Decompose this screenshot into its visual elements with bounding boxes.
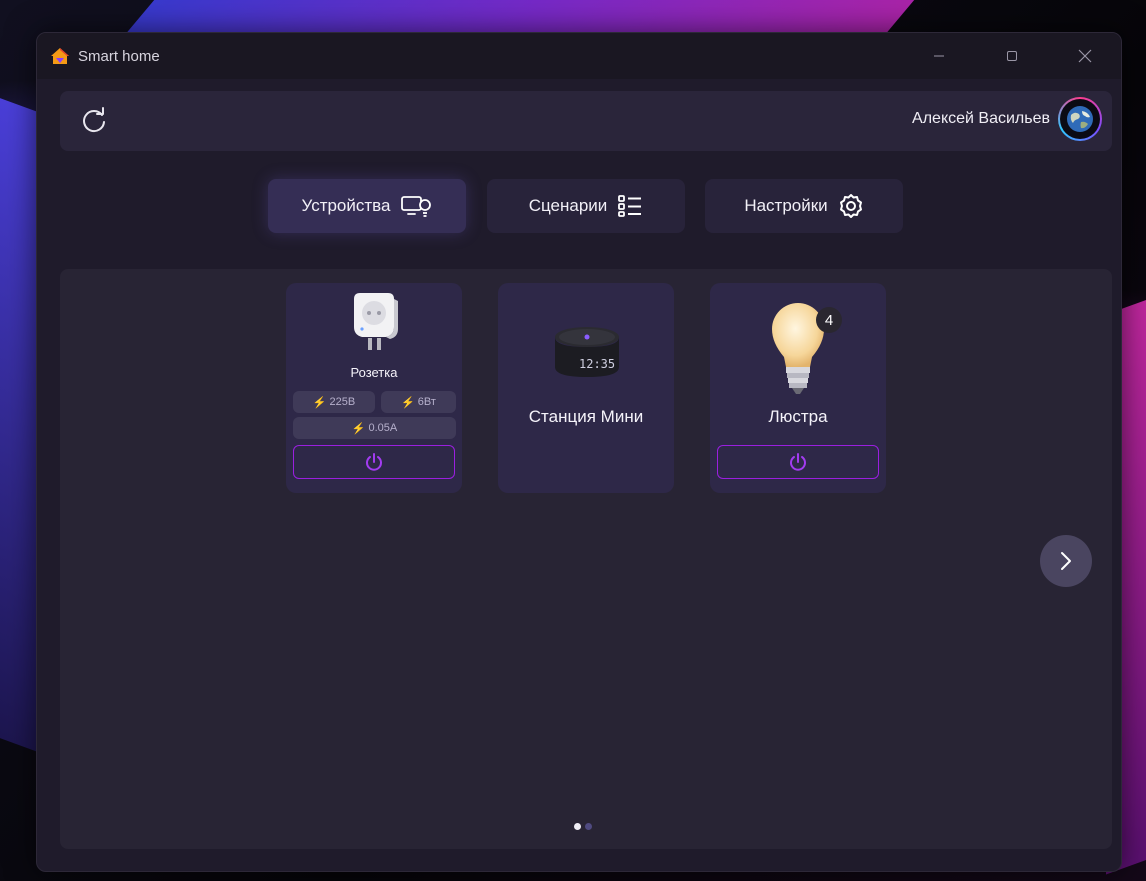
device-card-socket[interactable]: Розетка ⚡ 225В ⚡ 6Вт ⚡ 0.05А [286,283,462,493]
avatar[interactable] [1058,97,1102,141]
refresh-icon [83,107,105,133]
device-card-station-mini[interactable]: 12:35 Станция Мини [498,283,674,493]
power-icon [366,453,382,471]
user-name[interactable]: Алексей Васильев [912,110,1050,128]
next-page-button[interactable] [1040,535,1092,587]
smart-plug-icon [354,293,398,350]
devices-panel: Розетка ⚡ 225В ⚡ 6Вт ⚡ 0.05А 12:35 Станц… [60,269,1112,849]
page-dot-1[interactable] [574,823,581,830]
power-badge: ⚡ 6Вт [381,391,456,413]
tab-settings[interactable]: Настройки [705,179,903,233]
power-value: 6Вт [417,396,436,408]
voltage-value: 225В [329,396,356,408]
app-window: Smart home Алексей Васильев Устройства С… [36,32,1122,872]
clock-display: 12:35 [579,357,615,371]
minimize-icon [933,55,944,57]
close-icon [1078,49,1091,63]
lamp-power-button[interactable] [717,445,879,479]
tab-label: Настройки [744,196,828,215]
power-icon [790,453,806,471]
main-tabs: Устройства Сценарии Настройки [37,179,1121,233]
page-dot-2[interactable] [585,823,592,830]
bolt-icon: ⚡ [351,422,366,435]
tab-label: Сценарии [528,196,608,215]
chevron-right-icon [1061,552,1071,570]
tab-scenes[interactable]: Сценарии [487,179,685,233]
maximize-button[interactable] [975,33,1048,79]
current-badge: ⚡ 0.05А [293,417,456,439]
close-button[interactable] [1048,33,1121,79]
device-name: Люстра [768,407,828,426]
smart-home-logo-icon [51,48,69,64]
bolt-icon: ⚡ [312,396,327,409]
tab-label: Устройства [301,196,391,215]
app-header: Алексей Васильев [60,91,1112,151]
minimize-button[interactable] [902,33,975,79]
smart-speaker-icon: 12:35 [555,327,619,377]
list-icon [618,195,642,217]
device-name: Розетка [350,365,398,380]
pagination-dots [574,823,592,830]
title-bar[interactable]: Smart home [37,33,1121,79]
refresh-button[interactable] [76,103,112,139]
gear-icon [839,194,862,218]
maximize-icon [1006,51,1017,61]
bolt-icon: ⚡ [401,396,415,409]
device-card-lamp[interactable]: 4 Люстра [710,283,886,493]
socket-power-button[interactable] [293,445,455,479]
voltage-badge: ⚡ 225В [293,391,375,413]
current-value: 0.05А [368,422,398,434]
lamp-count-badge: 4 [816,307,842,333]
earth-icon [1067,106,1093,132]
tab-devices[interactable]: Устройства [268,179,466,233]
devices-icon [401,196,432,217]
device-name: Станция Мини [528,407,644,426]
window-title: Smart home [78,47,160,65]
